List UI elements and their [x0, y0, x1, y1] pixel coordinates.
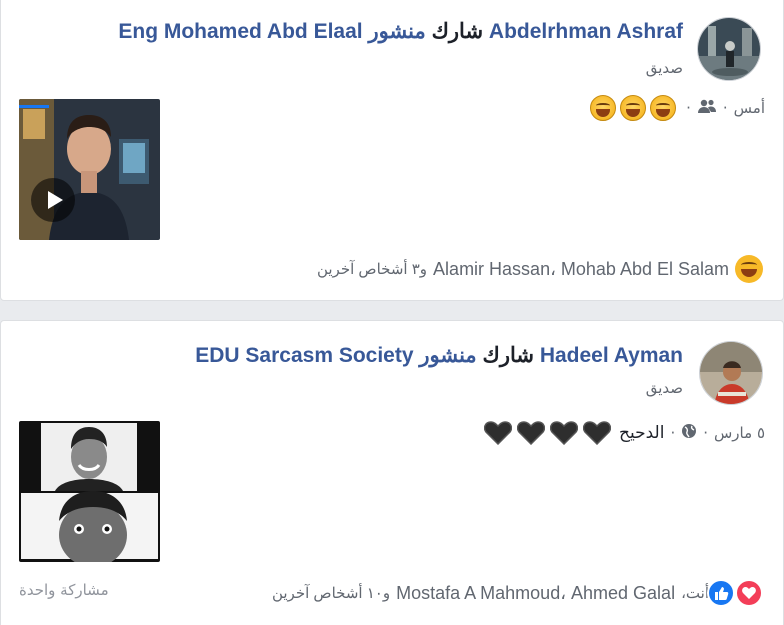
- post-meta: أمس · ·: [590, 95, 765, 121]
- globe-icon[interactable]: [681, 423, 697, 443]
- separator: ·: [703, 424, 708, 442]
- separator: ·: [686, 99, 691, 117]
- love-reaction-icon: [735, 579, 763, 607]
- video-thumbnail[interactable]: [19, 99, 160, 240]
- photo-thumbnail[interactable]: [19, 421, 160, 562]
- play-icon[interactable]: [31, 178, 75, 222]
- post-headline: Abdelrhman Ashraf شارك منشور Eng Mohamed…: [118, 19, 683, 44]
- reactors-others[interactable]: و٣ أشخاص آخرين: [317, 260, 427, 278]
- post-time[interactable]: أمس: [734, 99, 765, 117]
- avatar[interactable]: [699, 341, 763, 405]
- reaction-summary[interactable]: أنت، Mostafa A Mahmoud، Ahmed Galal و١٠ …: [272, 579, 763, 607]
- haha-reaction-icon: [735, 255, 763, 283]
- relation-label: صديق: [645, 379, 683, 397]
- post-headline: Hadeel Ayman شارك منشور EDU Sarcasm Soci…: [195, 343, 683, 368]
- black-heart-emoji: [549, 421, 579, 446]
- reactors-names[interactable]: Mostafa A Mahmoud، Ahmed Galal: [396, 583, 675, 604]
- laughing-tears-emoji: [620, 95, 647, 121]
- shared-object-link[interactable]: منشور: [419, 344, 476, 367]
- shared-from-link[interactable]: EDU Sarcasm Society: [195, 344, 413, 367]
- shares-count[interactable]: مشاركة واحدة: [19, 581, 109, 599]
- post-caption: الدحيح: [618, 423, 665, 443]
- post-card: Abdelrhman Ashraf شارك منشور Eng Mohamed…: [0, 0, 784, 301]
- laughing-tears-emoji: [590, 95, 617, 121]
- reaction-summary[interactable]: Alamir Hassan، Mohab Abd El Salam و٣ أشخ…: [317, 255, 763, 283]
- black-heart-emoji: [483, 421, 513, 446]
- separator: ·: [670, 424, 676, 442]
- friends-icon[interactable]: [697, 98, 717, 118]
- like-reaction-icon: [707, 579, 735, 607]
- shared-from-link[interactable]: Eng Mohamed Abd Elaal: [118, 20, 362, 43]
- shared-verb: شارك: [431, 20, 484, 43]
- laughing-tears-emoji: [650, 95, 677, 121]
- black-heart-emoji: [516, 421, 546, 446]
- reactors-others[interactable]: و١٠ أشخاص آخرين: [272, 584, 390, 602]
- post-time[interactable]: ٥ مارس: [714, 424, 765, 442]
- shared-object-link[interactable]: منشور: [368, 20, 425, 43]
- shared-verb: شارك: [482, 344, 534, 367]
- reactors-names[interactable]: Alamir Hassan، Mohab Abd El Salam: [433, 259, 729, 280]
- black-heart-emoji: [582, 421, 612, 446]
- separator: ·: [722, 99, 728, 117]
- author-name-link[interactable]: Abdelrhman Ashraf: [489, 20, 683, 43]
- avatar[interactable]: [697, 17, 761, 81]
- relation-label: صديق: [645, 59, 683, 77]
- post-meta: ٥ مارس · · الدحيح: [483, 421, 765, 446]
- post-card: Hadeel Ayman شارك منشور EDU Sarcasm Soci…: [0, 320, 784, 625]
- author-name-link[interactable]: Hadeel Ayman: [540, 344, 683, 367]
- reactors-you[interactable]: أنت،: [681, 584, 709, 602]
